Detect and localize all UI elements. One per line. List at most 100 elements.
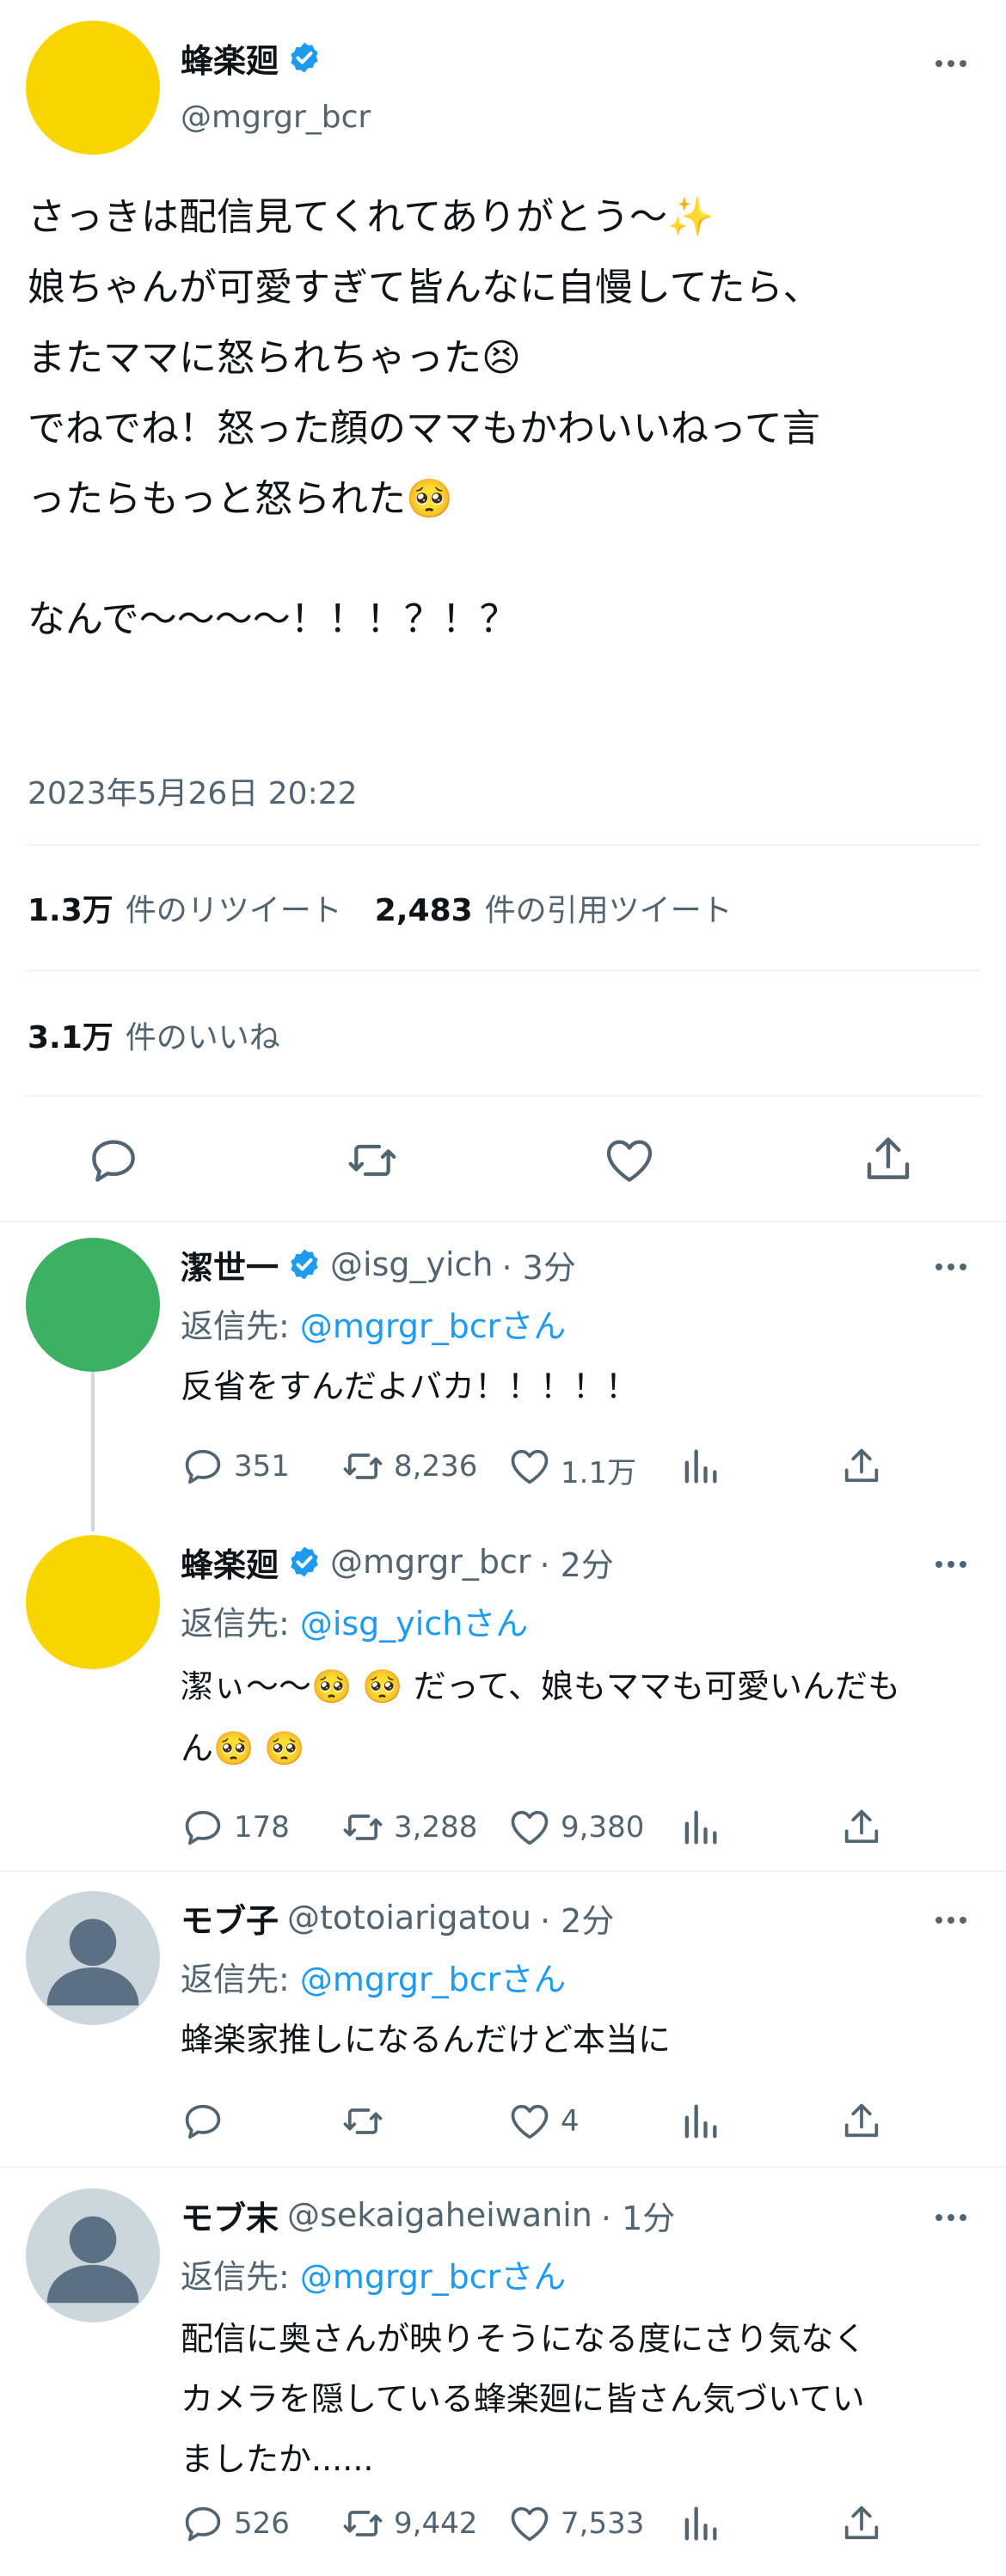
views-analytics-icon[interactable]: [678, 1805, 722, 1850]
reply-icon[interactable]: [181, 2099, 225, 2144]
quotes-count[interactable]: 2,483: [375, 893, 473, 928]
reply-author-handle[interactable]: @mgrgr_bcr: [330, 1543, 531, 1581]
like-heart-icon[interactable]: [602, 1133, 657, 1188]
reply-author-name[interactable]: 蜂楽廻: [181, 1539, 279, 1586]
tweet-timestamp[interactable]: 2023年5月26日 20:22: [28, 768, 358, 813]
more-options-icon[interactable]: [935, 60, 966, 67]
replying-to-link[interactable]: @mgrgr_bcrさん: [300, 2250, 566, 2298]
reply-header: モブ末 @sekaigaheiwanin · 1分: [181, 2192, 675, 2239]
tweet-line: 娘ちゃんが可愛すぎて皆んなに自慢してたら、: [28, 266, 821, 309]
reply-time[interactable]: · 1分: [601, 2192, 675, 2239]
replying-to-label: 返信先:: [181, 1961, 290, 1998]
likes-count[interactable]: 3.1万: [28, 1013, 113, 1057]
share-icon[interactable]: [839, 1805, 884, 1850]
more-options-icon[interactable]: [935, 1917, 966, 1924]
reply-text-line: 反省をすんだよバカ！！！！！: [181, 1368, 639, 1405]
reply-avatar[interactable]: [26, 1535, 160, 1669]
share-icon[interactable]: [839, 2099, 884, 2144]
reply-author-name[interactable]: モブ末: [181, 2192, 279, 2239]
author-avatar[interactable]: [26, 21, 160, 155]
reply-avatar[interactable]: [26, 2188, 160, 2322]
share-icon[interactable]: [839, 1444, 884, 1489]
reply-text-line: ん🥺 🥺: [181, 1729, 305, 1767]
reply-author-handle[interactable]: @totoiarigatou: [287, 1899, 531, 1937]
reply-header: モブ子 @totoiarigatou · 2分: [181, 1894, 614, 1942]
reply-time[interactable]: · 2分: [540, 1539, 614, 1586]
reply-icon[interactable]: [181, 2501, 225, 2546]
views-analytics-icon[interactable]: [678, 2099, 722, 2144]
share-icon[interactable]: [839, 2501, 884, 2546]
default-profile-icon: [46, 1918, 139, 2006]
tweet-line: さっきは配信見てくれてありがとう〜✨: [28, 195, 715, 239]
verified-badge-icon: [287, 1545, 322, 1579]
reply-avatar[interactable]: [26, 1238, 160, 1372]
divider: [26, 844, 980, 846]
verified-badge-icon: [291, 42, 318, 73]
divider: [0, 2166, 1006, 2168]
reply-time[interactable]: · 3分: [502, 1241, 576, 1288]
reply-count[interactable]: 178: [234, 1810, 290, 1845]
replying-to: 返信先: @mgrgr_bcrさん: [181, 1300, 566, 1347]
retweet-count[interactable]: 9,442: [394, 2506, 477, 2541]
like-heart-icon[interactable]: [507, 1444, 552, 1489]
retweet-icon[interactable]: [340, 1444, 385, 1489]
reply-time[interactable]: · 2分: [540, 1894, 614, 1942]
more-options-icon[interactable]: [935, 1264, 966, 1270]
reply-text-line: カメラを隠している蜂楽廻に皆さん気づいてい: [181, 2380, 865, 2418]
reply-icon[interactable]: [181, 1444, 225, 1489]
reply-text: 反省をすんだよバカ！！！！！: [181, 1358, 980, 1415]
retweet-icon[interactable]: [340, 1805, 385, 1850]
reply-text: 潔ぃ〜〜🥺 🥺 だって、娘もママも可愛いんだも ん🥺 🥺: [181, 1655, 980, 1779]
verified-badge-icon: [287, 1247, 322, 1282]
reply-author-handle[interactable]: @isg_yich: [330, 1245, 494, 1283]
like-heart-icon[interactable]: [507, 2501, 552, 2546]
views-analytics-icon[interactable]: [678, 2501, 722, 2546]
reply-text-line: ましたか......: [181, 2440, 374, 2478]
retweet-count[interactable]: 8,236: [394, 1449, 477, 1484]
replying-to: 返信先: @isg_yichさん: [181, 1597, 528, 1644]
quotes-label[interactable]: 件の引用ツイート: [485, 885, 733, 930]
replying-to-label: 返信先:: [181, 1605, 290, 1643]
replying-to-link[interactable]: @isg_yichさん: [300, 1597, 529, 1644]
reply-count[interactable]: 526: [234, 2506, 290, 2541]
reply-text-line: 潔ぃ〜〜🥺 🥺 だって、娘もママも可愛いんだも: [181, 1667, 900, 1705]
reply-avatar[interactable]: [26, 1891, 160, 2025]
like-count[interactable]: 4: [561, 2104, 580, 2139]
retweets-count[interactable]: 1.3万: [28, 885, 113, 930]
retweet-icon[interactable]: [340, 2099, 385, 2144]
retweet-icon[interactable]: [340, 2501, 385, 2546]
reply-text-line: 配信に奥さんが映りそうになる度にさり気なく: [181, 2320, 867, 2358]
author-handle[interactable]: @mgrgr_bcr: [181, 100, 371, 135]
replying-to-link[interactable]: @mgrgr_bcrさん: [300, 1300, 566, 1347]
author-display-name[interactable]: 蜂楽廻: [181, 34, 279, 82]
divider: [0, 1870, 1006, 1872]
views-analytics-icon[interactable]: [678, 1444, 722, 1489]
retweet-icon[interactable]: [344, 1133, 401, 1188]
reply-count[interactable]: 351: [234, 1449, 290, 1484]
author-name-row[interactable]: 蜂楽廻: [181, 34, 322, 82]
replying-to-link[interactable]: @mgrgr_bcrさん: [300, 1953, 566, 2000]
reply-text: 配信に奥さんが映りそうになる度にさり気なく カメラを隠している蜂楽廻に皆さん気づい…: [181, 2309, 980, 2489]
retweet-count[interactable]: 3,288: [394, 1810, 477, 1845]
reply-text-line: 蜂楽家推しになるんだけど本当に: [181, 2021, 672, 2059]
like-heart-icon[interactable]: [507, 1805, 552, 1850]
share-icon[interactable]: [860, 1131, 917, 1188]
reply-header: 潔世一 @isg_yich · 3分: [181, 1241, 576, 1288]
like-count[interactable]: 1.1万: [561, 1449, 636, 1491]
divider: [26, 970, 980, 971]
reply-author-name[interactable]: モブ子: [181, 1894, 279, 1942]
like-count[interactable]: 9,380: [561, 1810, 644, 1845]
reply-icon[interactable]: [86, 1133, 141, 1188]
retweets-label[interactable]: 件のリツイート: [126, 885, 342, 930]
more-options-icon[interactable]: [935, 1561, 966, 1568]
likes-stats: 3.1万 件のいいね: [28, 1013, 280, 1057]
reply-icon[interactable]: [181, 1805, 225, 1850]
like-count[interactable]: 7,533: [561, 2506, 644, 2541]
tweet-line: またママに怒られちゃった😣: [28, 336, 521, 380]
reply-author-name[interactable]: 潔世一: [181, 1241, 279, 1288]
more-options-icon[interactable]: [935, 2214, 966, 2221]
like-heart-icon[interactable]: [507, 2099, 552, 2144]
likes-label[interactable]: 件のいいね: [126, 1013, 280, 1057]
retweet-quote-stats: 1.3万 件のリツイート 2,483 件の引用ツイート: [28, 885, 733, 930]
reply-author-handle[interactable]: @sekaigaheiwanin: [287, 2196, 592, 2234]
